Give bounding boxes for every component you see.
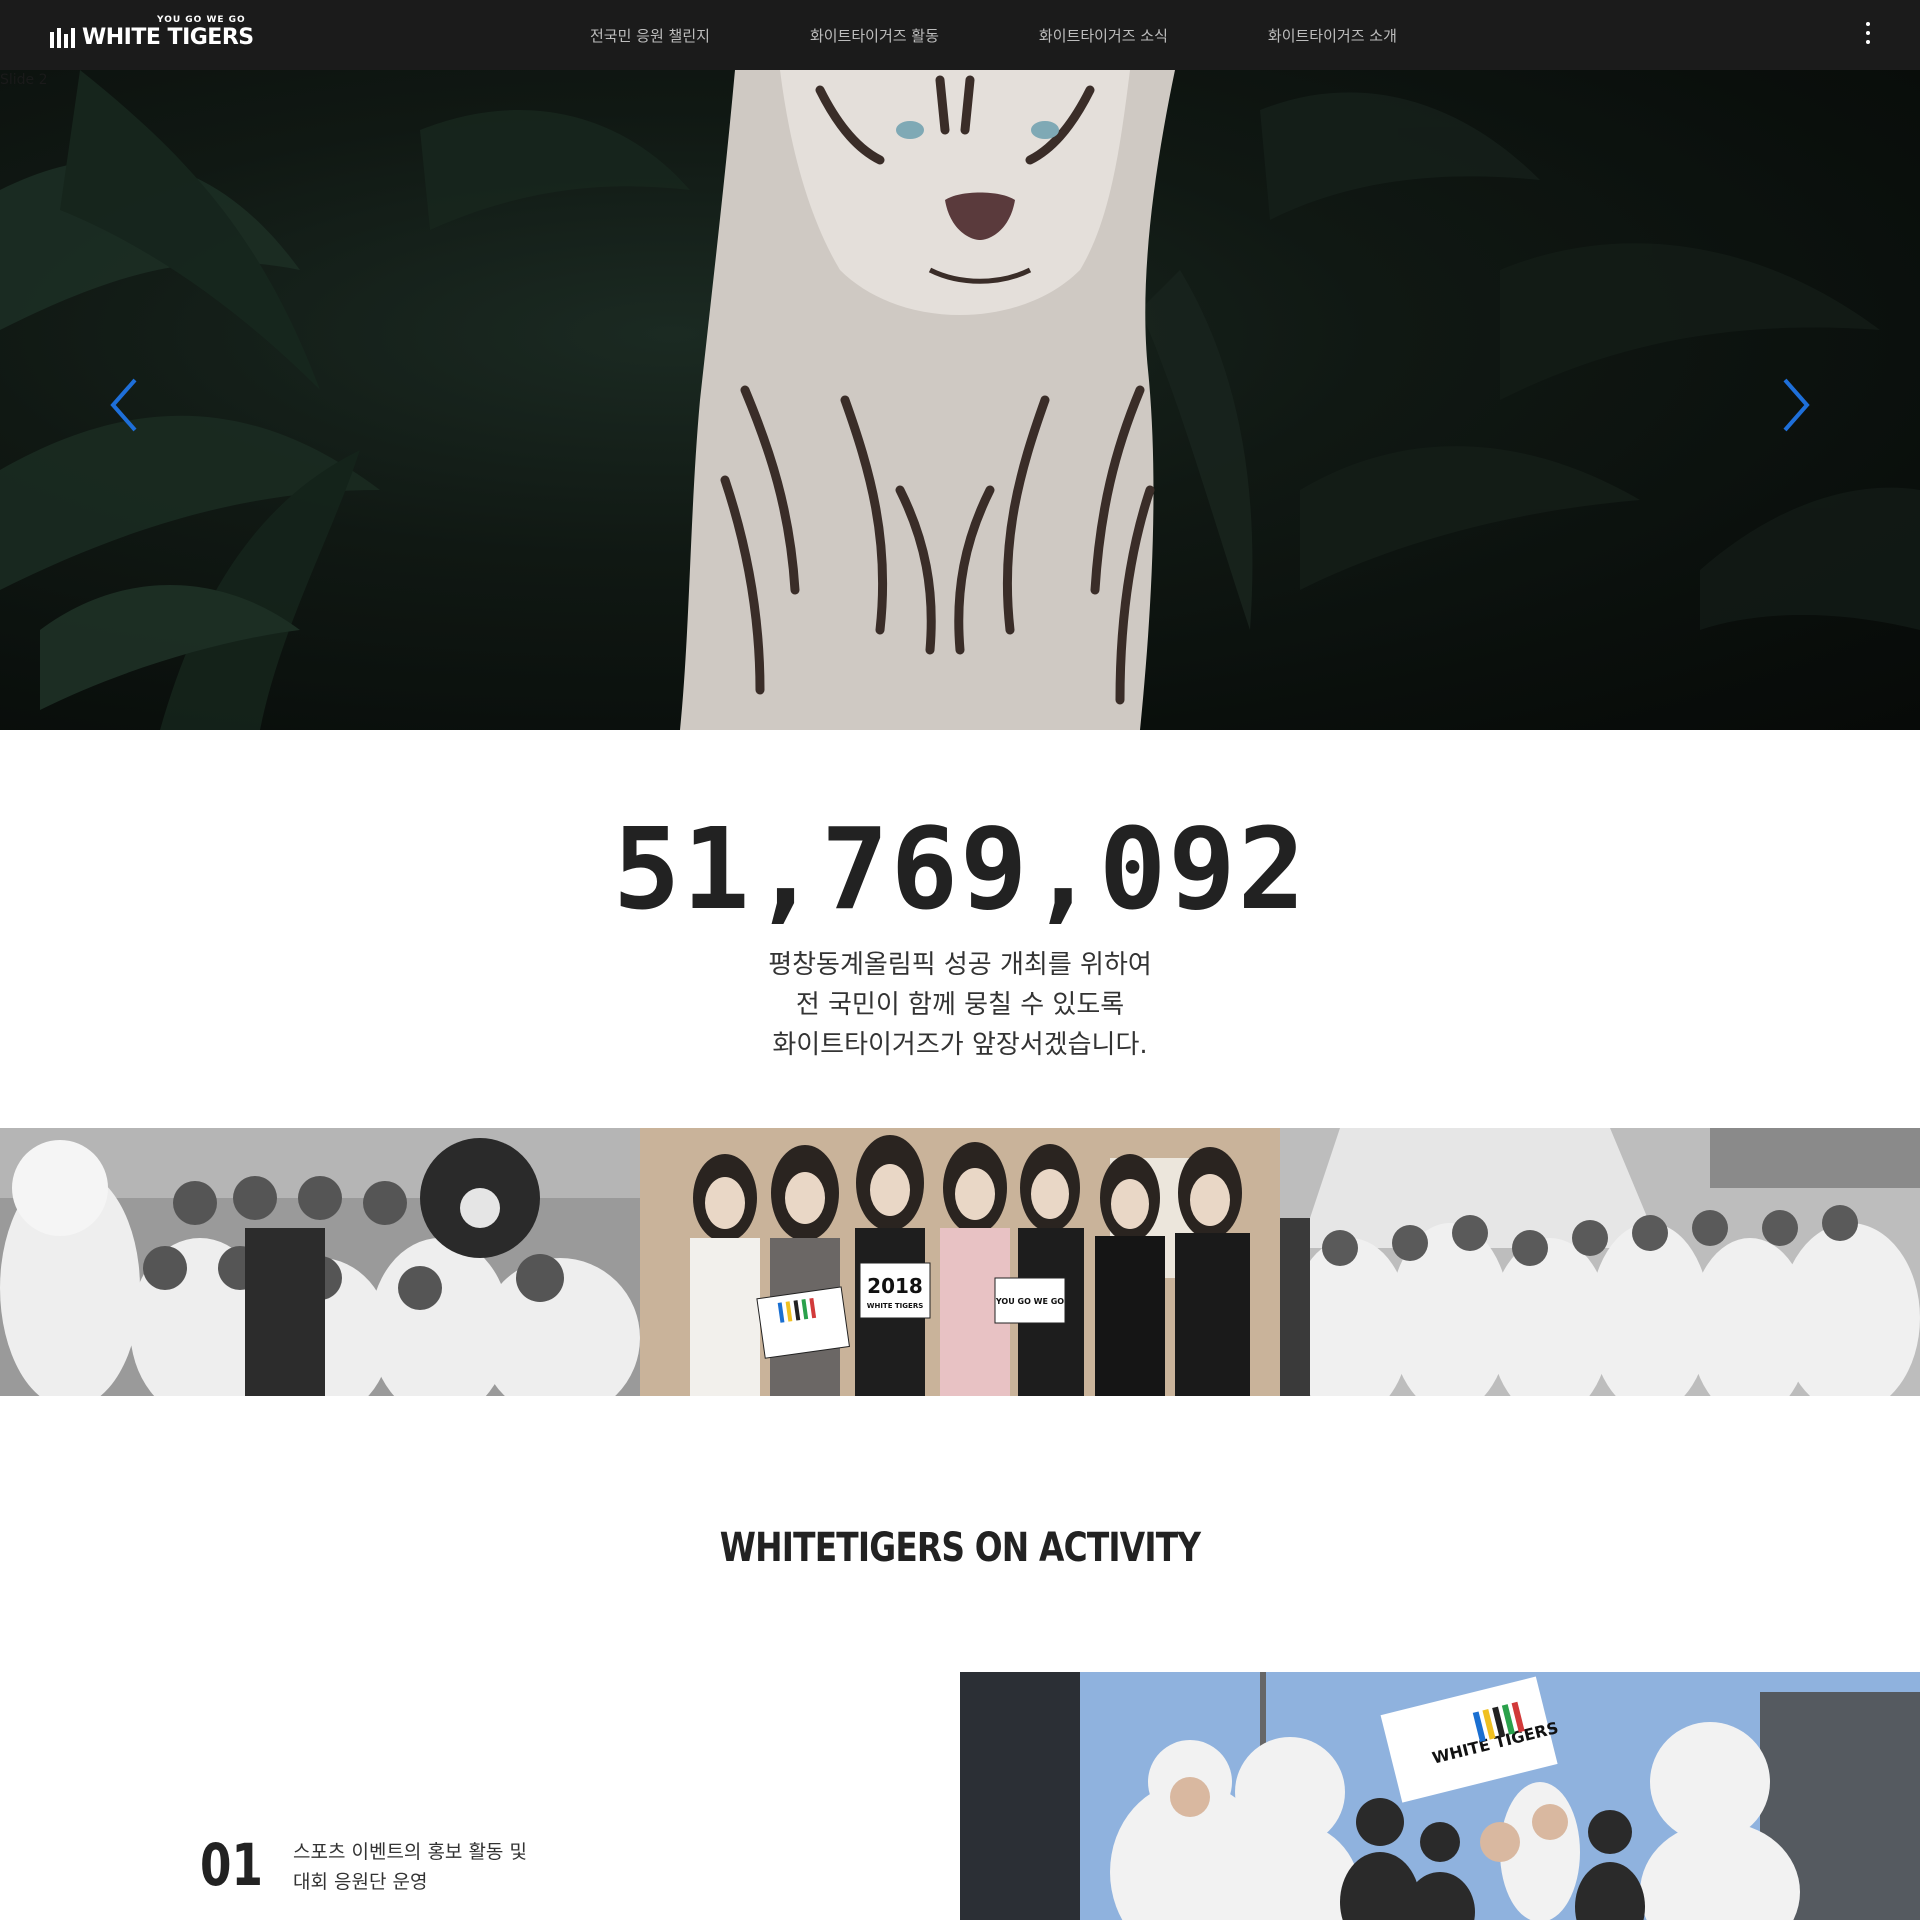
intro-line: 평창동계올림픽 성공 개최를 위하여 <box>768 950 1152 980</box>
chevron-left-icon[interactable] <box>105 375 145 435</box>
nav-item-about[interactable]: 화이트타이거즈 소개 <box>1253 25 1412 46</box>
slide-label: Slide 2 <box>0 72 48 88</box>
activity-line: 스포츠 이벤트의 홍보 활동 및 <box>293 1841 527 1863</box>
sign-you-go-we-go: YOU GO WE GO <box>995 1297 1064 1306</box>
logo-tagline: YOU GO WE GO <box>157 15 246 25</box>
sign-2018: 2018 <box>867 1274 923 1298</box>
activity-photo[interactable]: WHITE TIGERS <box>960 1672 1920 1920</box>
site-header: YOU GO WE GO WHITE TIGERS 전국민 응원 챌린지 화이트… <box>0 0 1920 70</box>
logo-bars-icon <box>50 28 80 48</box>
intro-line: 화이트타이거즈가 앞장서겠습니다. <box>772 1030 1148 1060</box>
photo-snow-cheer[interactable] <box>1280 1128 1920 1396</box>
sign-white-tigers: WHITE TIGERS <box>867 1302 924 1310</box>
activity-number: 01 <box>200 1831 263 1899</box>
photo-mascots-group[interactable] <box>0 1128 640 1396</box>
intro-line: 전 국민이 함께 뭉칠 수 있도록 <box>795 990 1125 1020</box>
activity-line: 대회 응원단 운영 <box>293 1871 428 1893</box>
photo-strip: 2018 WHITE TIGERS YOU GO WE GO <box>0 1128 1920 1396</box>
activity-section-title: WHITETIGERS ON ACTIVITY <box>719 1525 1201 1571</box>
kebab-menu-icon[interactable] <box>1858 20 1878 48</box>
nav-item-news[interactable]: 화이트타이거즈 소식 <box>1024 25 1183 46</box>
nav-item-challenge[interactable]: 전국민 응원 챌린지 <box>575 25 725 46</box>
hero-tiger-image <box>0 70 1920 730</box>
intro-text: 평창동계올림픽 성공 개최를 위하여 전 국민이 함께 뭉칠 수 있도록 화이트… <box>0 945 1920 1065</box>
main-nav: 전국민 응원 챌린지 화이트타이거즈 활동 화이트타이거즈 소식 화이트타이거즈… <box>575 0 1482 70</box>
logo-name: WHITE TIGERS <box>82 25 254 50</box>
logo[interactable]: YOU GO WE GO WHITE TIGERS <box>50 14 254 54</box>
supporter-counter: 51,769,092 <box>612 805 1308 935</box>
activity-description: 스포츠 이벤트의 홍보 활동 및 대회 응원단 운영 <box>293 1837 527 1897</box>
nav-item-activity[interactable]: 화이트타이거즈 활동 <box>795 25 954 46</box>
chevron-right-icon[interactable] <box>1775 375 1815 435</box>
photo-girl-group[interactable]: 2018 WHITE TIGERS YOU GO WE GO <box>640 1128 1280 1396</box>
hero-slider: Slide 2 <box>0 70 1920 730</box>
